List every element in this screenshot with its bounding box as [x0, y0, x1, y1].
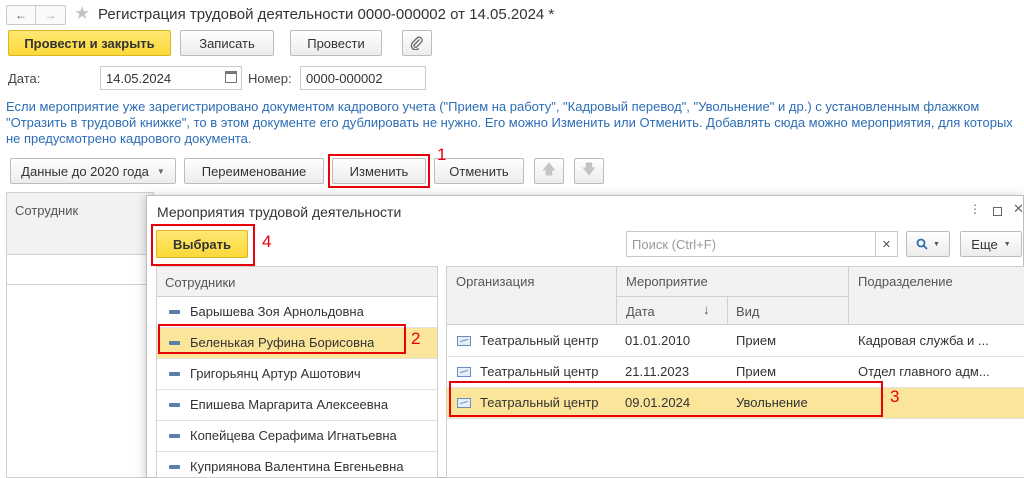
post-button[interactable]: Провести	[290, 30, 382, 56]
employee-name: Барышева Зоя Арнольдовна	[190, 304, 364, 319]
more-button[interactable]: Еще ▼	[960, 231, 1022, 257]
sort-desc-icon: ↓	[703, 302, 710, 317]
search-dropdown-icon: ▼	[933, 240, 940, 248]
paperclip-icon	[410, 36, 423, 50]
data-before-2020-label: Данные до 2020 года	[21, 163, 149, 179]
main-table-row[interactable]	[7, 255, 153, 285]
employee-row[interactable]: Барышева Зоя Арнольдовна	[157, 297, 437, 328]
dialog-close-icon[interactable]: ✕	[1013, 201, 1024, 217]
data-before-2020-button[interactable]: Данные до 2020 года ▼	[10, 158, 176, 184]
search-placeholder: Поиск (Ctrl+F)	[632, 236, 717, 252]
post-and-close-button[interactable]: Провести и закрыть	[8, 30, 171, 56]
dialog-maximize-icon[interactable]	[993, 207, 1002, 216]
employee-name: Григорьянц Артур Ашотович	[190, 366, 361, 381]
change-button[interactable]: Изменить	[332, 158, 426, 184]
forward-arrow-icon[interactable]: →	[36, 6, 65, 24]
callout-4: 4	[262, 232, 272, 251]
date-label: Дата:	[8, 71, 41, 86]
employee-row[interactable]: Епишева Маргарита Алексеевна	[157, 390, 437, 421]
event-row[interactable]: Театральный центр 01.01.2010 Прием Кадровая…	[447, 326, 1024, 357]
callout-3: 3	[890, 387, 900, 406]
employees-header-label: Сотрудники	[165, 275, 236, 290]
back-arrow-icon[interactable]: ←	[7, 6, 36, 24]
search-icon	[916, 238, 928, 250]
event-dept: Кадровая служба и ...	[858, 333, 989, 348]
move-up-button[interactable]: 🡅	[534, 158, 564, 184]
organization-icon	[457, 367, 471, 377]
event-org: Театральный центр	[480, 364, 599, 379]
more-label: Еще	[971, 236, 998, 252]
favorite-star-icon[interactable]: ★	[74, 3, 90, 24]
employee-icon	[169, 372, 180, 376]
arrow-down-icon: 🡇	[581, 161, 597, 177]
callout-2: 2	[411, 329, 421, 348]
employee-row[interactable]: Григорьянц Артур Ашотович	[157, 359, 437, 390]
employee-row[interactable]: Копейцева Серафима Игнатьевна	[157, 421, 437, 452]
dialog-title: Мероприятия трудовой деятельности	[157, 204, 402, 220]
date-value: 14.05.2024	[106, 70, 172, 86]
col-kind-header[interactable]: Вид	[736, 304, 760, 319]
employee-icon	[169, 341, 180, 345]
event-date: 09.01.2024	[625, 395, 691, 410]
dialog-menu-icon[interactable]: ⋮	[969, 202, 981, 216]
attach-button[interactable]	[402, 30, 432, 56]
employee-name: Епишева Маргарита Алексеевна	[190, 397, 389, 412]
select-button[interactable]: Выбрать	[156, 230, 248, 258]
employees-header: Сотрудники	[157, 267, 437, 297]
save-button[interactable]: Записать	[180, 30, 274, 56]
employee-icon	[169, 465, 180, 469]
main-table-header: Сотрудник	[7, 193, 153, 255]
number-field[interactable]: 0000-000002	[300, 66, 426, 90]
event-date: 01.01.2010	[625, 333, 691, 348]
calendar-icon[interactable]	[225, 71, 237, 83]
rename-button[interactable]: Переименование	[184, 158, 324, 184]
employee-icon	[169, 434, 180, 438]
cancel-button[interactable]: Отменить	[434, 158, 524, 184]
arrow-up-icon: 🡅	[541, 161, 557, 177]
clear-search-icon[interactable]: ✕	[875, 232, 897, 256]
window-title: Регистрация трудовой деятельности 0000-0…	[98, 6, 555, 23]
main-table: Сотрудник	[6, 192, 154, 478]
callout-1: 1	[437, 145, 447, 164]
event-org: Театральный центр	[480, 395, 599, 410]
event-date: 21.11.2023	[625, 364, 690, 379]
employee-row[interactable]: Беленькая Руфина Борисовна	[157, 328, 437, 359]
col-org-header[interactable]: Организация	[456, 274, 534, 289]
more-dropdown-icon: ▼	[1003, 240, 1011, 248]
event-kind: Увольнение	[736, 395, 808, 410]
employee-name: Беленькая Руфина Борисовна	[190, 335, 375, 350]
employee-icon	[169, 310, 180, 314]
event-kind: Прием	[736, 364, 777, 379]
col-event-header[interactable]: Мероприятие	[626, 274, 708, 289]
event-dept: Отдел главного адм...	[858, 364, 990, 379]
info-text: Если мероприятие уже зарегистрировано до…	[6, 99, 1013, 146]
dropdown-icon: ▼	[156, 166, 165, 176]
col-employee-header: Сотрудник	[15, 203, 79, 218]
employee-row[interactable]: Куприянова Валентина Евгеньевна	[157, 452, 437, 478]
organization-icon	[457, 336, 471, 346]
employee-icon	[169, 403, 180, 407]
number-value: 0000-000002	[306, 70, 383, 86]
number-label: Номер:	[248, 71, 292, 86]
employee-name: Куприянова Валентина Евгеньевна	[190, 459, 404, 474]
employee-name: Копейцева Серафима Игнатьевна	[190, 428, 397, 443]
col-dept-header[interactable]: Подразделение	[858, 274, 953, 289]
col-date-header[interactable]: Дата	[626, 304, 655, 319]
organization-icon	[457, 398, 471, 408]
event-row[interactable]: Театральный центр 09.01.2024 Увольнение	[447, 388, 1024, 419]
search-input[interactable]: Поиск (Ctrl+F) ✕	[626, 231, 898, 257]
search-button[interactable]: ▼	[906, 231, 950, 257]
event-org: Театральный центр	[480, 333, 599, 348]
nav-buttons: ← →	[6, 5, 66, 25]
move-down-button[interactable]: 🡇	[574, 158, 604, 184]
date-field[interactable]: 14.05.2024	[100, 66, 242, 90]
event-kind: Прием	[736, 333, 777, 348]
event-row[interactable]: Театральный центр 21.11.2023 Прием Отдел гл…	[447, 357, 1024, 388]
